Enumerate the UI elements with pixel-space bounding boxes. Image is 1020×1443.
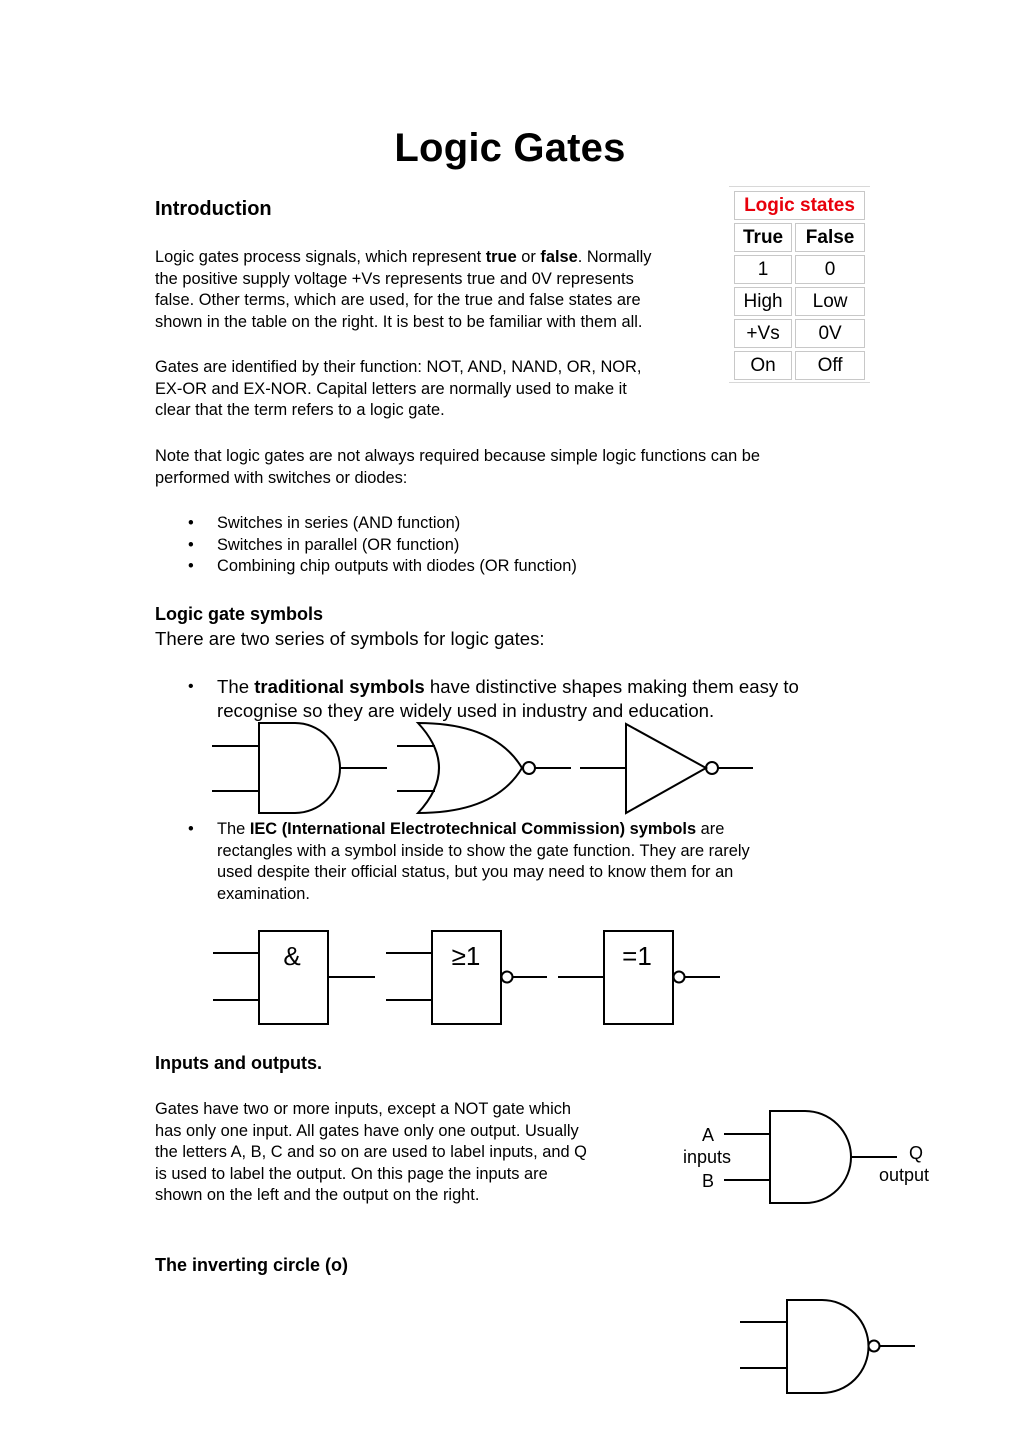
nand-gate-diagram [740,1299,915,1394]
nand-gate-body [786,1299,870,1394]
inverting-circle [867,1339,881,1353]
